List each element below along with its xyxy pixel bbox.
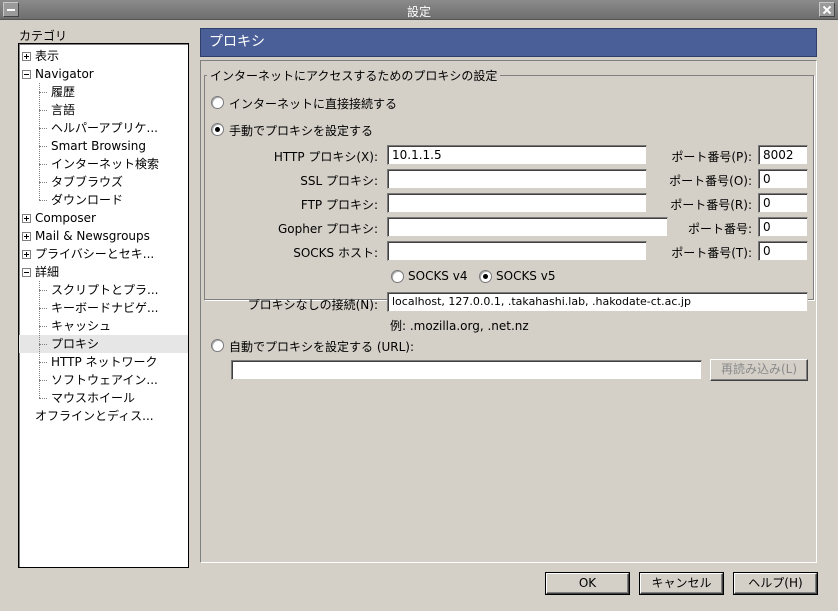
sidebar-item-label: ダウンロード <box>51 193 124 207</box>
tree-connector <box>39 182 47 183</box>
http-port-input[interactable]: 8002 <box>758 145 808 165</box>
tree-connector <box>39 344 47 345</box>
tree-connector <box>39 398 47 399</box>
http-proxy-input[interactable]: 10.1.1.5 <box>387 145 647 165</box>
sidebar-item-label: キーボードナビゲ... <box>51 301 159 315</box>
sidebar-item-label: 言語 <box>51 103 76 117</box>
gopher-port-input[interactable]: 0 <box>758 217 808 237</box>
gopher-port-label: ポート番号: <box>687 222 752 236</box>
direct-connection-radio[interactable] <box>211 96 224 109</box>
ssl-proxy-input[interactable] <box>387 169 647 189</box>
socks-host-label: SOCKS ホスト: <box>293 246 378 260</box>
tree-connector <box>39 281 40 398</box>
expand-icon[interactable] <box>22 250 31 259</box>
sidebar-item-label: インターネット検索 <box>51 157 160 171</box>
reload-button[interactable]: 再読み込み(L) <box>710 359 808 381</box>
socks-host-input[interactable] <box>387 241 647 261</box>
manual-proxy-label[interactable]: 手動でプロキシを設定する <box>229 122 373 139</box>
close-icon[interactable] <box>819 2 835 17</box>
socks-port-label: ポート番号(T): <box>671 246 752 260</box>
direct-connection-label[interactable]: インターネットに直接接続する <box>229 95 397 112</box>
ftp-proxy-input[interactable] <box>387 193 647 213</box>
ftp-proxy-label: FTP プロキシ: <box>300 198 378 212</box>
tree-connector <box>39 164 47 165</box>
sidebar-item-label: Navigator <box>35 67 94 81</box>
socks-v4-radio[interactable] <box>391 270 404 283</box>
no-proxy-example: 例: .mozilla.org, .net.nz <box>390 319 529 333</box>
sidebar-item-label: キャッシュ <box>51 319 112 333</box>
sidebar-item-label: Composer <box>35 211 96 225</box>
sidebar-item-label: オフラインとディス... <box>35 409 154 423</box>
ok-button[interactable]: OK <box>546 573 629 594</box>
category-tree[interactable]: 表示 Navigator 履歴言語ヘルパーアプリケ... Smart Browsing… <box>18 43 189 568</box>
group-title: インターネットにアクセスするためのプロキシの設定 <box>207 67 501 84</box>
auto-proxy-label[interactable]: 自動でプロキシを設定する (URL): <box>229 338 414 355</box>
ftp-port-input[interactable]: 0 <box>758 193 808 213</box>
sidebar-item-label: 表示 <box>35 49 60 63</box>
expand-icon[interactable] <box>22 232 31 241</box>
no-proxy-input[interactable]: localhost, 127.0.0.1, .takahashi.lab, .h… <box>387 292 808 312</box>
tree-connector <box>39 146 47 147</box>
socks-v4-label[interactable]: SOCKS v4 <box>408 269 467 283</box>
expand-icon[interactable] <box>22 214 31 223</box>
tree-connector <box>39 200 47 201</box>
auto-proxy-url-input[interactable] <box>231 360 702 380</box>
gopher-proxy-input[interactable] <box>387 217 668 237</box>
sidebar-item-label: ソフトウェアイン... <box>51 373 158 387</box>
ssl-proxy-label: SSL プロキシ: <box>300 174 378 188</box>
page-title: プロキシ <box>200 28 817 57</box>
collapse-icon[interactable] <box>22 268 31 277</box>
sidebar-item[interactable]: プロキシ <box>19 335 188 353</box>
ftp-port-label: ポート番号(R): <box>670 198 752 212</box>
ssl-port-input[interactable]: 0 <box>758 169 808 189</box>
category-label: カテゴリ <box>19 29 68 43</box>
expand-icon[interactable] <box>22 52 31 61</box>
window-title: 設定 <box>406 5 431 19</box>
collapse-icon[interactable] <box>22 70 31 79</box>
tree-connector <box>39 290 47 291</box>
no-proxy-label: プロキシなしの接続(N): <box>247 298 378 312</box>
sidebar-item-label: 詳細 <box>35 265 60 279</box>
tree-connector <box>39 380 47 381</box>
sidebar-item-label: Mail & Newsgroups <box>35 229 150 243</box>
sidebar-item-label: タブブラウズ <box>51 175 124 189</box>
tree-connector <box>39 110 47 111</box>
socks-port-input[interactable]: 0 <box>758 241 808 261</box>
sidebar-item-label: Smart Browsing <box>51 139 146 153</box>
sidebar-item-label: HTTP ネットワーク <box>51 355 158 369</box>
sidebar-item-label: プロキシ <box>51 337 100 351</box>
ssl-port-label: ポート番号(O): <box>669 174 752 188</box>
sidebar-item-label: 履歴 <box>51 85 76 99</box>
gopher-proxy-label: Gopher プロキシ: <box>277 222 378 236</box>
http-proxy-label: HTTP プロキシ(X): <box>273 150 378 164</box>
socks-v5-label[interactable]: SOCKS v5 <box>496 269 555 283</box>
help-button[interactable]: ヘルプ(H) <box>734 573 817 594</box>
tree-connector <box>39 326 47 327</box>
title-bar: 設定 <box>0 0 838 20</box>
tree-connector <box>39 128 47 129</box>
http-port-label: ポート番号(P): <box>671 150 752 164</box>
cancel-button[interactable]: キャンセル <box>640 573 723 594</box>
sidebar-item-label: スクリプトとプラ... <box>51 283 159 297</box>
tree-connector <box>39 83 40 200</box>
tree-connector <box>39 308 47 309</box>
manual-proxy-radio[interactable] <box>211 123 224 136</box>
sidebar-item-label: マウスホイール <box>51 391 136 405</box>
tree-connector <box>39 362 47 363</box>
sidebar-item-label: プライバシーとセキ... <box>35 247 155 261</box>
tree-connector <box>39 92 47 93</box>
auto-proxy-radio[interactable] <box>211 339 224 352</box>
socks-v5-radio[interactable] <box>479 270 492 283</box>
sidebar-item-label: ヘルパーアプリケ... <box>51 121 158 135</box>
